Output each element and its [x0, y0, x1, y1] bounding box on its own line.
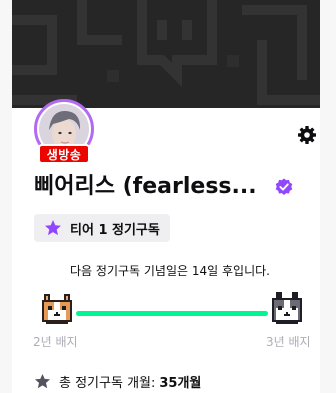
anniversary-text: 다음 정기구독 기념일은 14일 후입니다.	[40, 262, 300, 279]
corgi-badge-icon	[38, 290, 76, 328]
anniversary-days: 14일	[191, 264, 219, 278]
right-edge	[320, 0, 336, 393]
live-badge: 생방송	[38, 144, 90, 164]
verified-icon	[275, 178, 293, 196]
total-months: 총 정기구독 개월: 35개월	[34, 372, 201, 391]
channel-banner	[12, 0, 320, 108]
left-edge	[0, 0, 12, 393]
anniversary-suffix: 후입니다.	[218, 264, 270, 278]
badge-left-label: 2년 배지	[33, 335, 78, 349]
badge-progress-fill	[76, 311, 268, 316]
tier-label: 티어 1 정기구독	[70, 222, 160, 238]
tier-button[interactable]: 티어 1 정기구독	[34, 214, 170, 242]
badge-progress-bar	[76, 311, 268, 316]
total-months-value: 35개월	[159, 376, 202, 391]
twitch-glitch-pattern-icon	[12, 0, 320, 108]
total-months-label: 총 정기구독 개월:	[59, 376, 156, 391]
husky-badge-icon	[268, 290, 306, 328]
badge-right-label: 3년 배지	[266, 335, 311, 349]
star-icon	[45, 220, 61, 236]
channel-name: 삐어리스 (fearless...	[34, 174, 257, 199]
star-icon	[34, 373, 51, 389]
gear-icon[interactable]	[297, 125, 317, 145]
anniversary-prefix: 다음 정기구독 기념일은	[70, 264, 192, 278]
